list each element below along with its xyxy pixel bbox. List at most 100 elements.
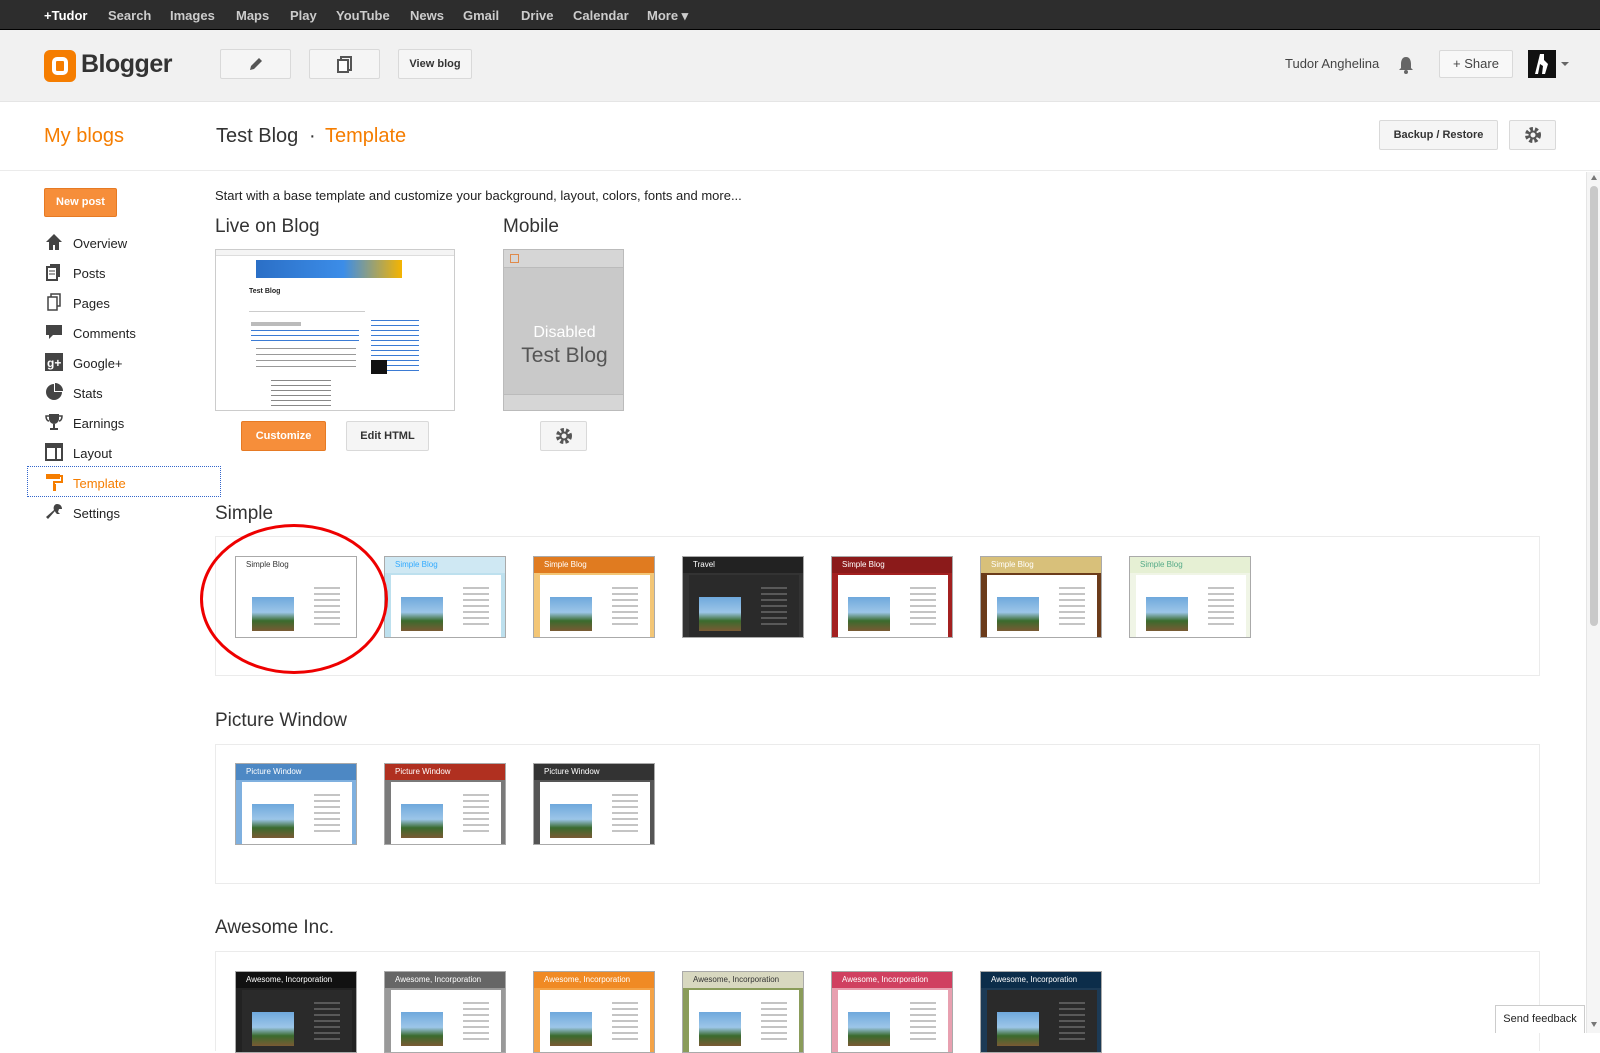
comments-icon (46, 325, 62, 339)
theme-thumbnail[interactable]: Simple Blog (980, 556, 1102, 638)
user-name[interactable]: Tudor Anghelina (1285, 56, 1379, 71)
view-posts-button[interactable] (309, 49, 380, 79)
gbar-link-more[interactable]: More ▾ (647, 8, 688, 24)
share-button[interactable]: + Share (1439, 50, 1513, 78)
theme-thumbnail[interactable]: Awesome, Incorporation (384, 971, 506, 1053)
theme-thumbnail[interactable]: Simple Blog (384, 556, 506, 638)
scroll-up-icon[interactable] (1591, 175, 1597, 180)
gbar-link-youtube[interactable]: YouTube (336, 8, 390, 23)
theme-header-bar: Simple Blog (534, 557, 654, 573)
gbar-link-images[interactable]: Images (170, 8, 215, 23)
view-blog-button[interactable]: View blog (398, 49, 472, 79)
theme-sidebar (314, 794, 340, 834)
theme-thumbnail[interactable]: Awesome, Incorporation (980, 971, 1102, 1053)
theme-header-bar: Picture Window (534, 764, 654, 780)
theme-thumbnail[interactable]: Awesome, Incorporation (682, 971, 804, 1053)
theme-title: Simple Blog (842, 560, 885, 569)
theme-sidebar (463, 1002, 489, 1042)
wrench-icon (46, 504, 62, 519)
live-on-blog-heading: Live on Blog (215, 216, 320, 237)
gbar-link-play[interactable]: Play (290, 8, 317, 23)
theme-thumbnail[interactable]: Picture Window (235, 763, 357, 845)
mobile-settings-button[interactable] (540, 421, 587, 451)
gbar-link-calendar[interactable]: Calendar (573, 8, 629, 23)
scrollbar-thumb[interactable] (1590, 186, 1598, 626)
theme-sidebar (910, 1002, 936, 1042)
highlight-circle (200, 524, 388, 674)
sidebar-item-label: Stats (73, 386, 103, 401)
theme-title: Awesome, Incorporation (395, 975, 482, 984)
theme-thumbnail[interactable]: Picture Window (384, 763, 506, 845)
mobile-preview[interactable]: Disabled Test Blog (503, 249, 624, 411)
sidebar-item-label: Comments (73, 326, 136, 341)
theme-header-bar: Simple Blog (1130, 557, 1250, 573)
avatar[interactable] (1528, 50, 1556, 78)
blogger-logo-icon[interactable] (44, 50, 76, 82)
theme-sample-photo (699, 597, 741, 631)
theme-sidebar (463, 587, 489, 627)
theme-sample-photo (550, 1012, 592, 1046)
theme-thumbnail[interactable]: Picture Window (533, 763, 655, 845)
preview-blog-title: Test Blog (249, 288, 281, 295)
theme-header-bar: Travel (683, 557, 803, 573)
bell-icon[interactable] (1398, 56, 1414, 79)
theme-header-bar: Awesome, Incorporation (534, 972, 654, 988)
sidebar-item-label: Pages (73, 296, 110, 311)
settings-gear-button[interactable] (1509, 120, 1556, 150)
customize-button[interactable]: Customize (241, 421, 326, 451)
theme-sample-photo (848, 1012, 890, 1046)
theme-thumbnail[interactable]: Awesome, Incorporation (235, 971, 357, 1053)
theme-thumbnail[interactable]: Simple Blog (1129, 556, 1251, 638)
theme-sidebar (1208, 587, 1234, 627)
page-scrollbar[interactable] (1586, 172, 1600, 1033)
backup-restore-button[interactable]: Backup / Restore (1379, 120, 1498, 150)
new-post-button[interactable]: New post (44, 188, 117, 217)
theme-thumbnail[interactable]: Simple Blog (533, 556, 655, 638)
gbar-link-search[interactable]: Search (108, 8, 151, 23)
breadcrumb-separator: · (309, 125, 316, 147)
gbar-link-gmail[interactable]: Gmail (463, 8, 499, 23)
theme-sample-photo (550, 597, 592, 631)
title-bar: My blogs Test Blog · Template Backup / R… (0, 103, 1600, 171)
theme-sample-photo (252, 1012, 294, 1046)
theme-sample-photo (401, 804, 443, 838)
theme-thumbnail[interactable]: Awesome, Incorporation (533, 971, 655, 1053)
scroll-down-icon[interactable] (1591, 1022, 1597, 1027)
blogger-header: Blogger View blog Tudor Anghelina + Shar… (0, 30, 1600, 102)
theme-title: Simple Blog (991, 560, 1034, 569)
layout-icon (45, 443, 63, 461)
gbar-link-tudor[interactable]: +Tudor (44, 8, 87, 23)
theme-thumbnail[interactable]: Awesome, Incorporation (831, 971, 953, 1053)
sidebar-item-label: Settings (73, 506, 120, 521)
live-blog-preview[interactable]: Test Blog (215, 249, 455, 411)
edit-html-button[interactable]: Edit HTML (346, 421, 429, 451)
theme-sample-photo (1146, 597, 1188, 631)
theme-thumbnail[interactable]: Simple Blog (831, 556, 953, 638)
sidebar-item-label: Posts (73, 266, 106, 281)
my-blogs-link[interactable]: My blogs (44, 125, 124, 148)
theme-sample-photo (401, 1012, 443, 1046)
theme-header-bar: Picture Window (385, 764, 505, 780)
gbar-link-drive[interactable]: Drive (521, 8, 554, 23)
new-post-pencil-button[interactable] (220, 49, 291, 79)
blog-name[interactable]: Test Blog (216, 125, 298, 148)
theme-thumbnail[interactable]: Travel (682, 556, 804, 638)
group-heading-simple: Simple (215, 503, 274, 524)
theme-sidebar (910, 587, 936, 627)
theme-header-bar: Awesome, Incorporation (236, 972, 356, 988)
paint-roller-icon (46, 474, 63, 491)
group-heading-picture-window: Picture Window (215, 710, 347, 731)
gbar-link-maps[interactable]: Maps (236, 8, 269, 23)
blogger-wordmark[interactable]: Blogger (81, 50, 172, 79)
account-dropdown-icon[interactable] (1561, 62, 1569, 66)
theme-sample-photo (252, 804, 294, 838)
google-plus-icon: g+ (45, 353, 63, 371)
gbar-link-news[interactable]: News (410, 8, 444, 23)
theme-title: Awesome, Incorporation (544, 975, 631, 984)
mobile-disabled-label: Disabled (533, 324, 596, 341)
theme-title: Simple Blog (544, 560, 587, 569)
send-feedback-button[interactable]: Send feedback (1495, 1005, 1585, 1033)
theme-title: Picture Window (395, 767, 451, 776)
theme-sidebar (1059, 1002, 1085, 1042)
sidebar-item-label: Layout (73, 446, 113, 461)
